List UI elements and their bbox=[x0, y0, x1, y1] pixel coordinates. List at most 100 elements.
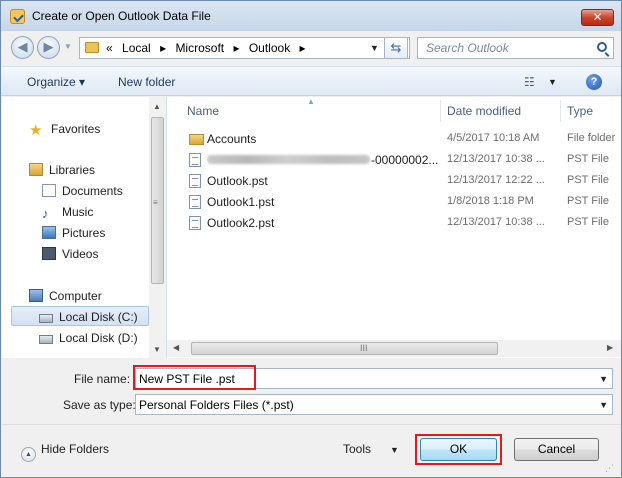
file-name: Outlook2.pst bbox=[207, 216, 275, 230]
videos-icon bbox=[42, 247, 56, 260]
sort-ascending-icon: ▲ bbox=[307, 97, 315, 106]
music-icon: ♪ bbox=[42, 206, 49, 221]
file-list-horizontal-scrollbar[interactable]: ◀ III ▶ bbox=[167, 340, 621, 357]
organize-button[interactable]: Organize ▾ bbox=[27, 75, 85, 89]
command-toolbar: Organize ▾ New folder ☷ ▼ ? bbox=[1, 66, 621, 96]
file-type: PST File bbox=[567, 174, 609, 186]
file-date: 12/13/2017 12:22 ... bbox=[447, 174, 545, 186]
arrow-left-icon: ◀ bbox=[17, 39, 28, 54]
nav-item-favorites[interactable]: ★ Favorites bbox=[29, 121, 100, 139]
file-name-suffix: -00000002... bbox=[371, 153, 439, 167]
file-name-redacted: -00000002... bbox=[207, 153, 438, 167]
nav-label: Videos bbox=[62, 247, 99, 261]
file-date: 12/13/2017 10:38 ... bbox=[447, 153, 545, 165]
file-row[interactable]: Accounts 4/5/2017 10:18 AM File folder bbox=[167, 129, 621, 149]
nav-label: Local Disk (D:) bbox=[59, 331, 138, 345]
nav-pane-scrollbar[interactable]: ▲ ≡ ▼ bbox=[149, 97, 166, 358]
search-placeholder: Search Outlook bbox=[426, 41, 509, 55]
save-as-type-select[interactable]: Personal Folders Files (*.pst) ▼ bbox=[135, 394, 613, 415]
chevron-down-icon[interactable]: ▼ bbox=[599, 400, 608, 410]
nav-label: Documents bbox=[62, 184, 123, 198]
file-type: PST File bbox=[567, 153, 609, 165]
forward-button[interactable]: ▶ bbox=[37, 36, 60, 59]
ok-button-highlight bbox=[415, 434, 502, 465]
refresh-button[interactable]: ⇆ bbox=[384, 37, 408, 59]
cancel-button[interactable]: Cancel bbox=[514, 438, 599, 461]
file-date: 1/8/2018 1:18 PM bbox=[447, 195, 534, 207]
breadcrumb-separator[interactable]: ▸ bbox=[160, 41, 166, 55]
breadcrumb-local[interactable]: Local bbox=[122, 41, 151, 55]
resize-grip-icon[interactable]: ⋰ bbox=[605, 463, 614, 474]
nav-item-videos[interactable]: Videos bbox=[42, 247, 98, 265]
nav-item-computer[interactable]: Computer bbox=[29, 289, 102, 307]
scroll-right-icon[interactable]: ▶ bbox=[607, 343, 613, 352]
search-input[interactable]: Search Outlook bbox=[417, 37, 614, 59]
file-type: PST File bbox=[567, 216, 609, 228]
close-button[interactable]: ✕ bbox=[581, 9, 614, 26]
file-list: Name ▲ Date modified Type Accounts 4/5/2… bbox=[167, 97, 621, 358]
scrollbar-thumb[interactable]: III bbox=[191, 342, 498, 355]
drive-icon bbox=[39, 314, 53, 323]
nav-item-libraries[interactable]: Libraries bbox=[29, 163, 95, 181]
column-divider[interactable] bbox=[440, 100, 441, 122]
nav-item-music[interactable]: ♪ Music bbox=[42, 205, 93, 223]
scroll-left-icon[interactable]: ◀ bbox=[173, 343, 179, 352]
scroll-grip-icon: ≡ bbox=[153, 198, 158, 207]
change-view-icon[interactable]: ☷ bbox=[524, 75, 535, 89]
outlook-app-icon bbox=[10, 9, 25, 24]
breadcrumb-separator[interactable]: ▸ bbox=[300, 41, 306, 55]
nav-item-documents[interactable]: Documents bbox=[42, 184, 123, 202]
computer-icon bbox=[29, 289, 43, 302]
column-header-date-modified[interactable]: Date modified bbox=[447, 104, 521, 118]
save-dialog-window: Create or Open Outlook Data File ✕ ◀ ▶ ▼… bbox=[0, 0, 622, 478]
file-row[interactable]: Outlook.pst 12/13/2017 12:22 ... PST Fil… bbox=[167, 171, 621, 191]
library-icon bbox=[29, 163, 43, 176]
redacted-text bbox=[207, 155, 370, 164]
nav-label: Computer bbox=[49, 289, 102, 303]
file-date: 4/5/2017 10:18 AM bbox=[447, 132, 540, 144]
chevron-down-icon[interactable]: ▼ bbox=[599, 374, 608, 384]
scroll-grip-icon: III bbox=[360, 343, 368, 353]
nav-item-pictures[interactable]: Pictures bbox=[42, 226, 105, 244]
column-divider[interactable] bbox=[560, 100, 561, 122]
scroll-up-icon[interactable]: ▲ bbox=[153, 102, 161, 111]
back-button[interactable]: ◀ bbox=[11, 36, 34, 59]
scroll-down-icon[interactable]: ▼ bbox=[153, 345, 161, 354]
file-name-label: File name: bbox=[74, 372, 131, 386]
window-title: Create or Open Outlook Data File bbox=[32, 9, 211, 23]
tools-dropdown-arrow[interactable]: ▼ bbox=[390, 445, 399, 455]
recent-locations-dropdown[interactable]: ▼ bbox=[64, 42, 72, 51]
view-options-dropdown[interactable]: ▼ bbox=[548, 77, 557, 87]
tools-button[interactable]: Tools bbox=[343, 442, 371, 456]
hide-folders-button[interactable]: ▲ Hide Folders bbox=[21, 442, 109, 462]
file-type: PST File bbox=[567, 195, 609, 207]
save-as-type-label: Save as type: bbox=[63, 398, 136, 412]
hide-folders-label: Hide Folders bbox=[41, 442, 110, 456]
breadcrumb-outlook[interactable]: Outlook bbox=[249, 41, 290, 55]
breadcrumb: « Local ▸ Microsoft ▸ Outlook ▸ bbox=[106, 41, 312, 55]
file-type: File folder bbox=[567, 132, 616, 144]
save-as-type-value: Personal Folders Files (*.pst) bbox=[139, 398, 294, 412]
file-row[interactable]: -00000002... 12/13/2017 10:38 ... PST Fi… bbox=[167, 150, 621, 170]
column-header-type[interactable]: Type bbox=[567, 104, 593, 118]
address-dropdown-arrow[interactable]: ▼ bbox=[370, 43, 379, 53]
breadcrumb-microsoft[interactable]: Microsoft bbox=[175, 41, 224, 55]
collapse-up-icon: ▲ bbox=[21, 447, 36, 462]
nav-item-local-disk-d[interactable]: Local Disk (D:) bbox=[39, 331, 138, 349]
file-row[interactable]: Outlook2.pst 12/13/2017 10:38 ... PST Fi… bbox=[167, 213, 621, 233]
nav-label: Music bbox=[62, 205, 94, 219]
file-row[interactable]: Outlook1.pst 1/8/2018 1:18 PM PST File bbox=[167, 192, 621, 212]
nav-label: Favorites bbox=[51, 122, 101, 136]
address-bar[interactable]: « Local ▸ Microsoft ▸ Outlook ▸ bbox=[79, 37, 410, 59]
breadcrumb-overflow[interactable]: « bbox=[106, 41, 113, 55]
refresh-icon: ⇆ bbox=[390, 40, 402, 55]
help-icon[interactable]: ? bbox=[586, 74, 602, 90]
file-name: Accounts bbox=[207, 132, 257, 146]
breadcrumb-separator[interactable]: ▸ bbox=[233, 41, 239, 55]
pst-file-icon bbox=[189, 195, 201, 209]
pictures-icon bbox=[42, 226, 56, 239]
nav-item-local-disk-c[interactable]: Local Disk (C:) bbox=[39, 310, 138, 328]
column-header-name[interactable]: Name bbox=[187, 104, 219, 118]
new-folder-button[interactable]: New folder bbox=[118, 75, 175, 89]
nav-label: Local Disk (C:) bbox=[59, 310, 138, 324]
